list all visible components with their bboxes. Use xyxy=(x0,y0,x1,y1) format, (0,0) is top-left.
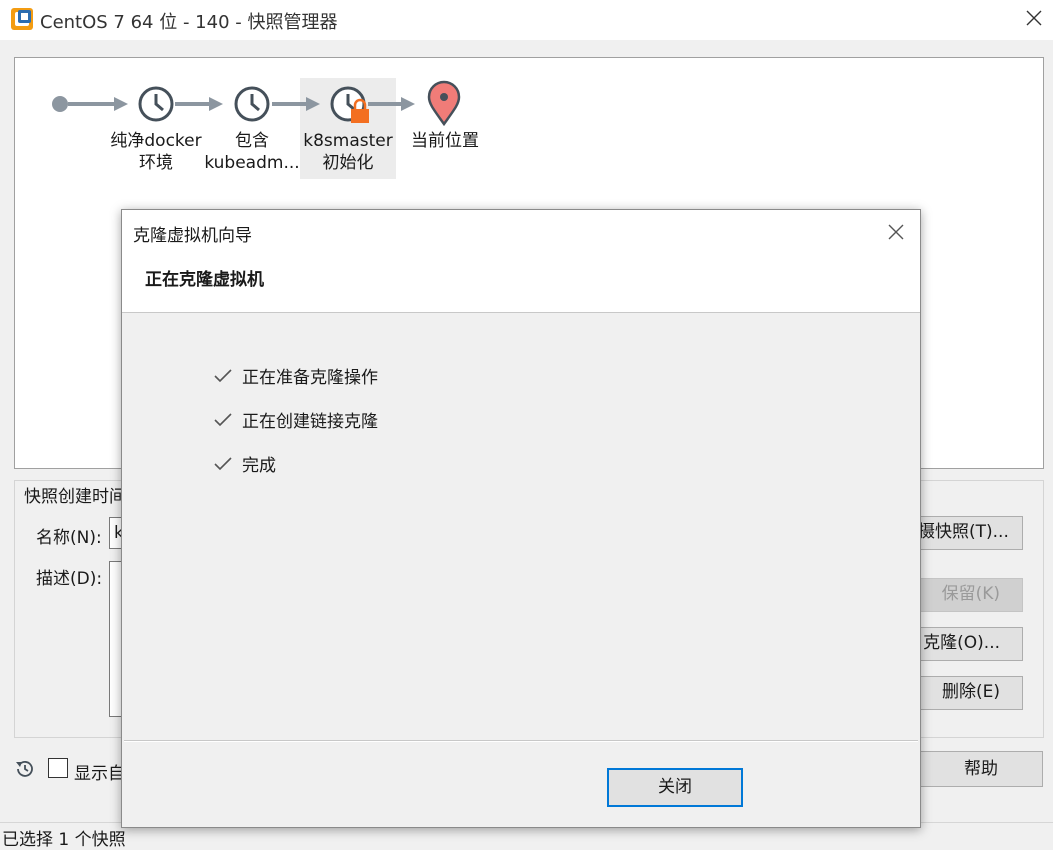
snapshot-node-1[interactable]: 纯净docker 环境 xyxy=(104,130,208,174)
snapshot-node-label-line1: 包含 xyxy=(235,131,269,151)
clock-lock-icon xyxy=(330,86,369,123)
check-icon xyxy=(214,457,232,471)
show-auto-label: 显示自 xyxy=(74,764,125,784)
snapshot-node-3[interactable]: k8smaster 初始化 xyxy=(300,130,396,174)
status-text: 已选择 1 个快照 xyxy=(2,830,126,850)
step-prepare: 正在准备克隆操作 xyxy=(242,368,378,388)
step-done: 完成 xyxy=(242,456,276,476)
clock-icon xyxy=(234,86,270,122)
snapshot-node-label-line1: 当前位置 xyxy=(411,131,479,151)
snapshot-node-label-line2: kubeadm... xyxy=(204,153,300,173)
step-create-linked-clone: 正在创建链接克隆 xyxy=(242,412,378,432)
snapshot-node-label-line1: 纯净docker xyxy=(110,131,202,151)
snapshot-node-current[interactable]: 当前位置 xyxy=(400,130,490,152)
dialog-separator xyxy=(124,740,918,742)
snapshot-node-label-line2: 环境 xyxy=(139,153,173,173)
history-icon xyxy=(16,761,33,777)
help-button[interactable]: 帮助 xyxy=(900,751,1043,787)
description-label: 描述(D): xyxy=(36,569,103,589)
close-button[interactable]: 关闭 xyxy=(607,768,743,807)
window-title: CentOS 7 64 位 - 140 - 快照管理器 xyxy=(40,12,338,33)
snapshot-node-2[interactable]: 包含 kubeadm... xyxy=(202,130,302,174)
close-icon[interactable] xyxy=(883,219,909,245)
check-icon xyxy=(214,369,232,383)
group-title: 快照创建时间 xyxy=(20,482,130,507)
location-pin-icon xyxy=(427,80,461,127)
vmware-icon xyxy=(11,8,33,30)
show-auto-checkbox[interactable] xyxy=(48,758,68,778)
snapshot-node-label-line1: k8smaster xyxy=(303,131,393,151)
close-icon[interactable] xyxy=(1018,4,1050,34)
root-dot-icon xyxy=(52,96,68,112)
clock-icon xyxy=(138,86,174,122)
dialog-heading: 正在克隆虚拟机 xyxy=(145,270,264,290)
check-icon xyxy=(214,413,232,427)
snapshot-timeline xyxy=(52,80,461,127)
snapshot-node-label-line2: 初始化 xyxy=(322,153,374,173)
name-label: 名称(N): xyxy=(36,528,102,548)
dialog-title: 克隆虚拟机向导 xyxy=(133,226,252,246)
